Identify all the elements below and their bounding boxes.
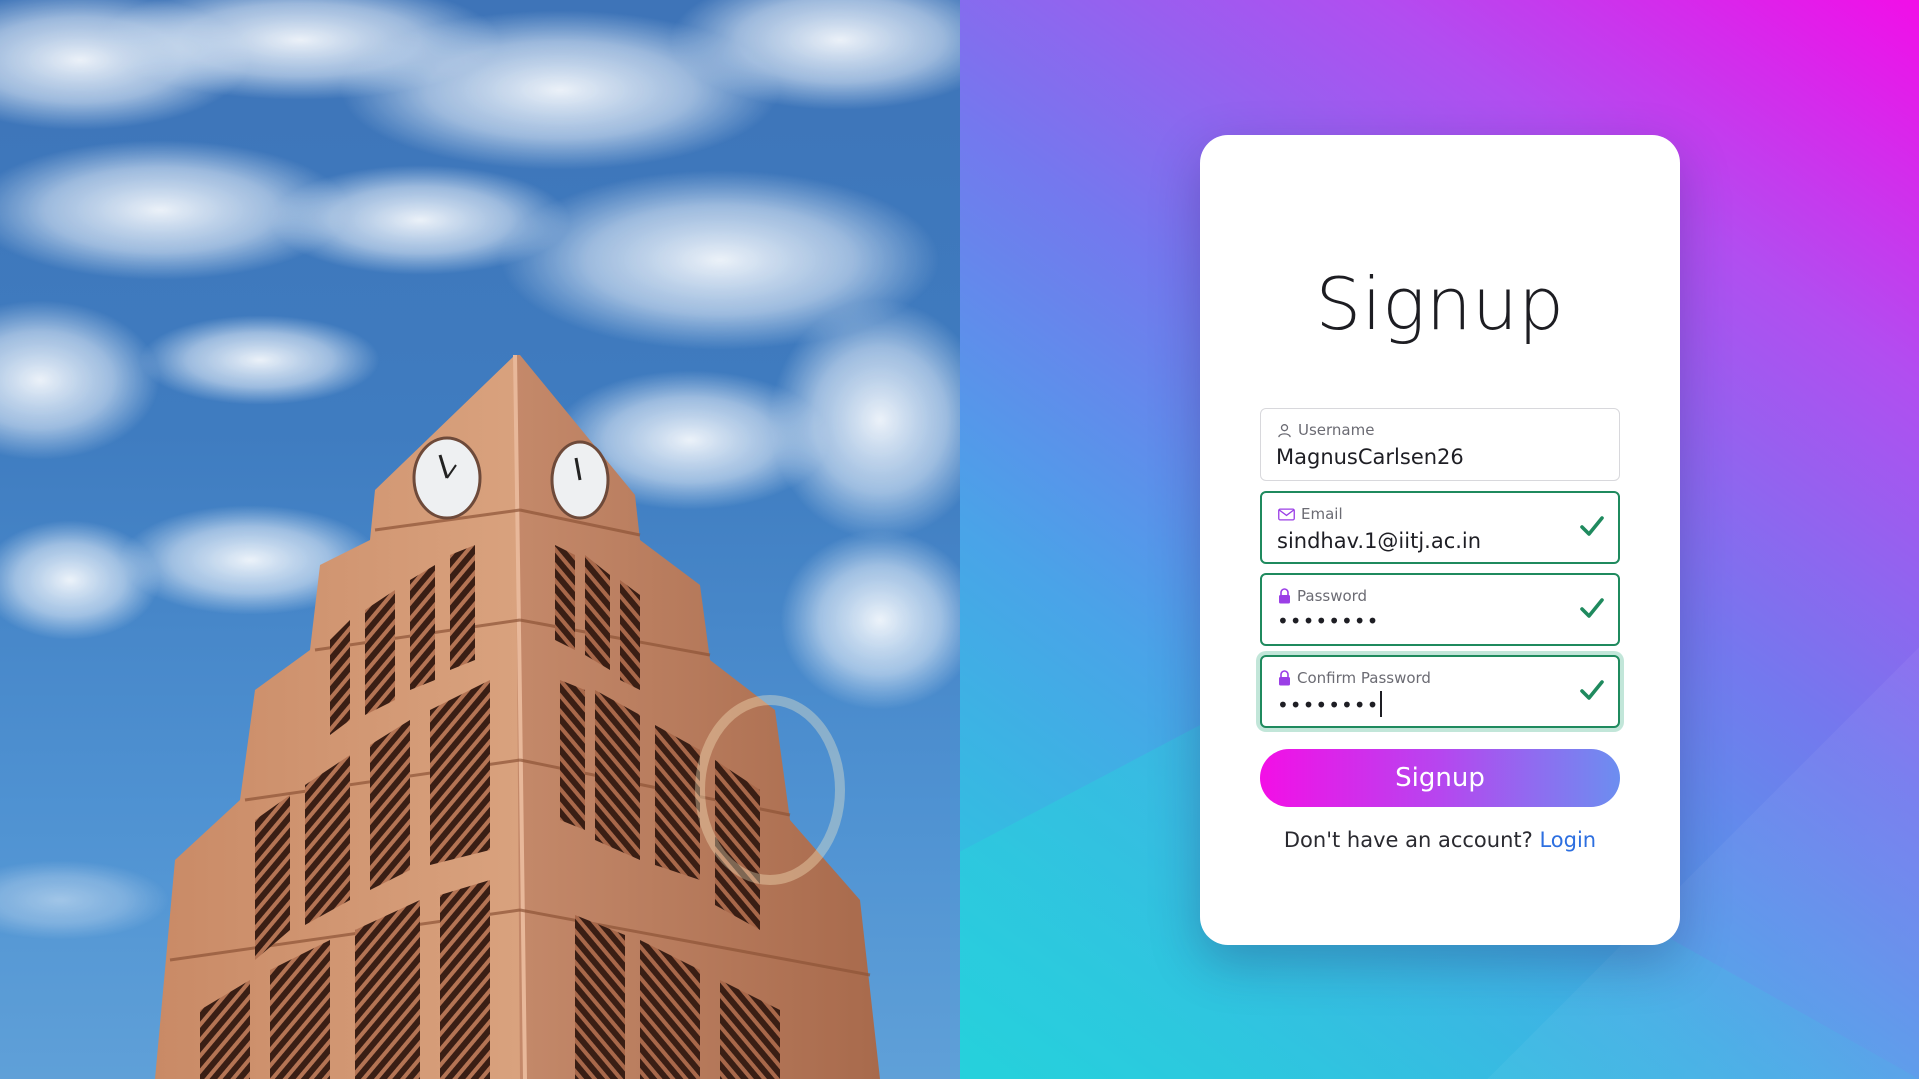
password-field[interactable]: Password •••••••• [1260,573,1620,646]
confirm-password-label: Confirm Password [1297,669,1431,687]
password-value[interactable]: •••••••• [1277,609,1558,633]
email-value[interactable]: sindhav.1@iitj.ac.in [1277,529,1558,553]
check-icon [1580,679,1604,705]
username-value[interactable]: MagnusCarlsen26 [1276,445,1559,469]
clock-tower-illustration [0,0,960,1079]
lock-icon [1278,588,1291,604]
email-label: Email [1301,505,1343,523]
login-prompt-text: Don't have an account? [1283,828,1533,852]
page-title: Signup [1315,262,1565,346]
confirm-password-value[interactable]: •••••••• [1277,691,1558,717]
password-label: Password [1297,587,1368,605]
username-field[interactable]: Username MagnusCarlsen26 [1260,408,1620,481]
username-label: Username [1298,421,1375,439]
email-field[interactable]: Email sindhav.1@iitj.ac.in [1260,491,1620,564]
lock-icon [1278,670,1291,686]
login-link[interactable]: Login [1539,828,1596,852]
signup-button[interactable]: Signup [1260,749,1620,807]
login-prompt: Don't have an account? Login [1200,828,1680,852]
clock-tower-photo [0,0,960,1079]
envelope-icon [1278,507,1295,521]
check-icon [1580,597,1604,623]
text-caret [1380,691,1383,717]
check-icon [1580,515,1604,541]
user-icon [1277,423,1292,438]
confirm-password-field[interactable]: Confirm Password •••••••• [1260,655,1620,728]
confirm-password-text: •••••••• [1277,693,1380,717]
